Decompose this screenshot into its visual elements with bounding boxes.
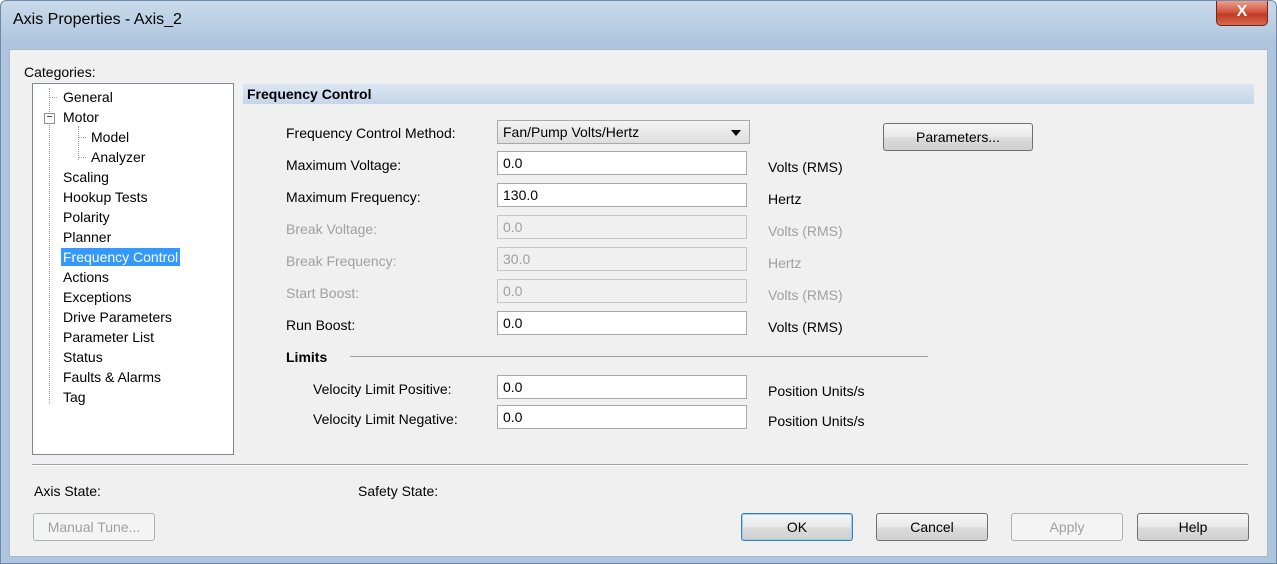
close-icon: X <box>1236 3 1248 20</box>
run-boost-label: Run Boost: <box>286 317 356 333</box>
velocity-limit-positive-field[interactable]: 0.0 <box>497 375 747 399</box>
tree-item-model[interactable]: Model <box>89 128 131 146</box>
tree-item-analyzer[interactable]: Analyzer <box>89 148 147 166</box>
break-voltage-field: 0.0 <box>497 215 747 239</box>
section-title: Frequency Control <box>243 84 1254 104</box>
tree-item-exceptions[interactable]: Exceptions <box>61 288 133 306</box>
max-voltage-label: Maximum Voltage: <box>286 157 402 173</box>
max-frequency-field[interactable]: 130.0 <box>497 183 747 207</box>
tree-item-scaling[interactable]: Scaling <box>61 168 111 186</box>
apply-button: Apply <box>1011 513 1123 541</box>
break-voltage-unit: Volts (RMS) <box>768 223 843 239</box>
break-frequency-field: 30.0 <box>497 247 747 271</box>
window-title: Axis Properties - Axis_2 <box>13 11 182 28</box>
start-boost-unit: Volts (RMS) <box>768 287 843 303</box>
tree-item-frequency-control[interactable]: Frequency Control <box>61 248 181 266</box>
tree-item-parameter-list[interactable]: Parameter List <box>61 328 156 346</box>
collapse-icon[interactable]: − <box>44 113 55 124</box>
safety-state-label: Safety State: <box>358 483 439 499</box>
tree-connector <box>49 97 57 98</box>
parameters-button[interactable]: Parameters... <box>883 123 1033 151</box>
tree-item-polarity[interactable]: Polarity <box>61 208 112 226</box>
ok-button[interactable]: OK <box>741 513 853 541</box>
categories-tree[interactable]: − General Motor Model Analyzer Scaling H… <box>32 83 234 455</box>
method-label: Frequency Control Method: <box>286 125 456 141</box>
velocity-limit-negative-unit: Position Units/s <box>768 413 865 429</box>
title-bar: Axis Properties - Axis_2 X <box>1 1 1276 41</box>
method-value: Fan/Pump Volts/Hertz <box>503 124 640 140</box>
tree-item-faults-alarms[interactable]: Faults & Alarms <box>61 368 163 386</box>
tree-item-actions[interactable]: Actions <box>61 268 111 286</box>
run-boost-field[interactable]: 0.0 <box>497 311 747 335</box>
break-frequency-label: Break Frequency: <box>286 253 397 269</box>
velocity-limit-negative-label: Velocity Limit Negative: <box>313 411 458 427</box>
tree-connector <box>78 157 86 158</box>
run-boost-unit: Volts (RMS) <box>768 319 843 335</box>
tree-connector <box>78 137 86 138</box>
tree-guide-line <box>49 88 50 404</box>
tree-item-motor[interactable]: Motor <box>61 108 101 126</box>
max-voltage-field[interactable]: 0.0 <box>497 151 747 175</box>
tree-item-planner[interactable]: Planner <box>61 228 113 246</box>
axis-state-label: Axis State: <box>34 483 101 499</box>
footer-separator <box>32 464 1248 466</box>
start-boost-field: 0.0 <box>497 279 747 303</box>
tree-item-status[interactable]: Status <box>61 348 105 366</box>
max-voltage-unit: Volts (RMS) <box>768 159 843 175</box>
dropdown-arrow-icon <box>731 130 741 136</box>
tree-item-drive-parameters[interactable]: Drive Parameters <box>61 308 174 326</box>
velocity-limit-positive-unit: Position Units/s <box>768 383 865 399</box>
max-frequency-unit: Hertz <box>768 191 802 207</box>
help-button[interactable]: Help <box>1137 513 1249 541</box>
tree-item-tag[interactable]: Tag <box>61 388 88 406</box>
tree-guide-line <box>78 126 79 160</box>
limits-divider <box>350 356 928 357</box>
categories-label: Categories: <box>24 64 96 80</box>
max-frequency-label: Maximum Frequency: <box>286 189 421 205</box>
manual-tune-button: Manual Tune... <box>33 513 155 541</box>
break-voltage-label: Break Voltage: <box>286 221 378 237</box>
limits-heading: Limits <box>286 349 328 365</box>
cancel-button[interactable]: Cancel <box>876 513 988 541</box>
close-button[interactable]: X <box>1216 1 1268 26</box>
break-frequency-unit: Hertz <box>768 255 802 271</box>
tree-item-hookup-tests[interactable]: Hookup Tests <box>61 188 150 206</box>
velocity-limit-negative-field[interactable]: 0.0 <box>497 405 747 429</box>
tree-item-general[interactable]: General <box>61 88 115 106</box>
start-boost-label: Start Boost: <box>286 285 360 301</box>
velocity-limit-positive-label: Velocity Limit Positive: <box>313 381 452 397</box>
method-dropdown[interactable]: Fan/Pump Volts/Hertz <box>497 120 750 144</box>
